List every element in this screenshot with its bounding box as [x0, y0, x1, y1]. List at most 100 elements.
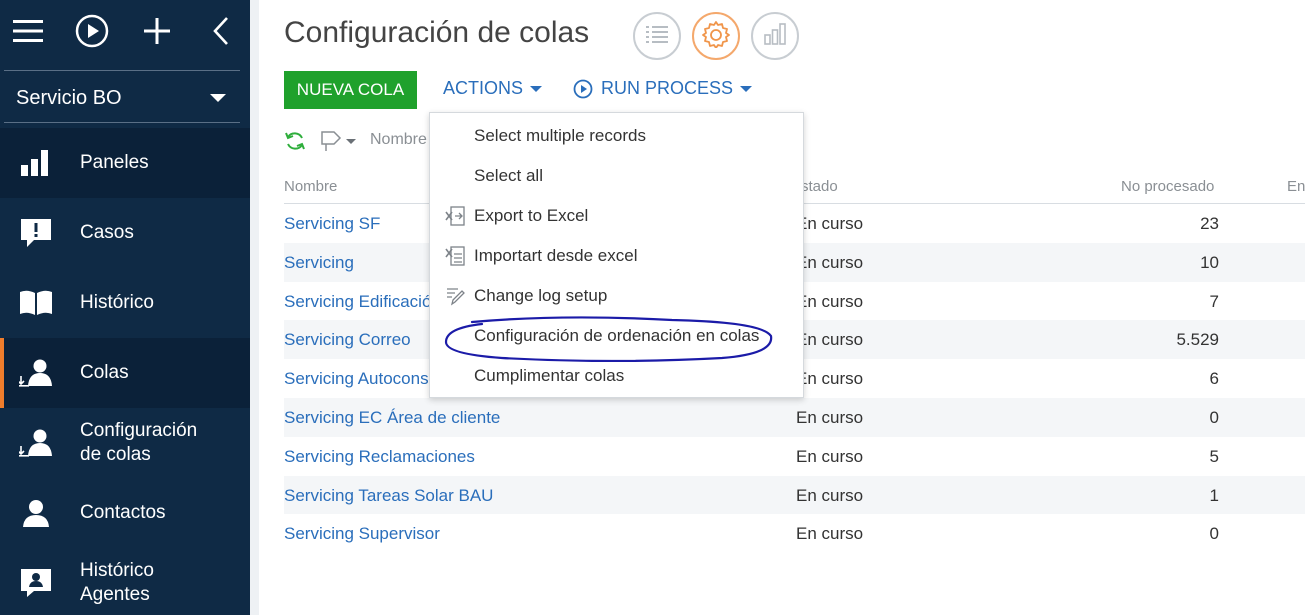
excel-import-icon	[444, 245, 466, 267]
caret-down-icon	[530, 85, 543, 92]
bar-chart-outline-icon	[764, 22, 786, 50]
page-title: Configuración de colas	[284, 16, 590, 49]
list-view-button[interactable]	[633, 12, 681, 60]
actions-menu-button[interactable]: ACTIONS	[443, 78, 543, 99]
menu-item-label: Configuración de ordenación en colas	[474, 326, 760, 345]
menu-item-export-to-excel[interactable]: Export to Excel	[430, 196, 803, 236]
sidebar-divider	[4, 70, 240, 71]
analytics-view-button[interactable]	[751, 12, 799, 60]
settings-view-button[interactable]	[692, 12, 740, 60]
queue-unprocessed: 23	[1200, 214, 1219, 233]
table-row[interactable]: Servicing Tareas Solar BAU En curso 1	[284, 475, 1305, 515]
filter-tag-icon[interactable]	[320, 130, 356, 152]
sidebar: Servicio BO Paneles Casos Histórico Cola…	[0, 0, 250, 615]
bar-chart-icon	[19, 146, 53, 180]
excel-export-icon	[444, 205, 466, 227]
queue-unprocessed: 10	[1200, 252, 1219, 272]
sidebar-item-label: Contactos	[80, 502, 166, 523]
queue-state: En curso	[796, 446, 864, 466]
queue-user-icon	[19, 426, 53, 460]
menu-item-configuracion-ordenacion-colas[interactable]: Configuración de ordenación en colas	[430, 316, 803, 356]
queue-state: En curso	[796, 291, 864, 311]
queue-name-link[interactable]: Servicing Tareas Solar BAU	[284, 486, 493, 506]
new-queue-button[interactable]: NUEVA COLA	[284, 71, 417, 109]
agent-card-icon	[19, 566, 53, 600]
filter-placeholder[interactable]: Nombre	[370, 131, 427, 149]
play-process-icon[interactable]	[75, 14, 109, 48]
queue-state: En curso	[796, 407, 864, 427]
service-selector[interactable]: Servicio BO	[0, 74, 250, 122]
column-header-en[interactable]: En	[1287, 178, 1305, 195]
sidebar-item-label: Casos	[80, 222, 134, 243]
caret-down-icon	[740, 85, 753, 92]
caret-down-icon	[346, 138, 356, 144]
person-icon	[19, 496, 53, 530]
sidebar-topbar	[0, 0, 250, 62]
menu-item-label: Change log setup	[474, 286, 608, 305]
sidebar-item-historico[interactable]: Histórico	[0, 268, 250, 338]
caret-down-icon	[210, 94, 226, 102]
queue-name-link[interactable]: Servicing Reclamaciones	[284, 447, 475, 467]
queue-unprocessed: 0	[1209, 524, 1219, 544]
sidebar-item-label: Histórico	[80, 292, 154, 313]
queue-state: En curso	[796, 330, 864, 350]
queue-unprocessed: 5.529	[1176, 330, 1219, 350]
sidebar-item-label: Histórico Agentes	[80, 560, 154, 605]
actions-dropdown-menu: Select multiple records Select all Expor…	[429, 112, 804, 398]
collapse-chevron-left-icon[interactable]	[210, 14, 232, 48]
sidebar-item-casos[interactable]: Casos	[0, 198, 250, 268]
table-row[interactable]: Servicing Reclamaciones En curso 5	[284, 437, 1305, 476]
hamburger-menu-icon[interactable]	[12, 14, 44, 48]
sidebar-item-label: Paneles	[80, 152, 149, 173]
menu-item-label: Export to Excel	[474, 206, 589, 225]
sidebar-item-label: Configuración de colas	[80, 420, 198, 465]
queue-state: En curso	[796, 485, 864, 505]
queue-unprocessed: 1	[1209, 485, 1219, 505]
sidebar-item-label: Colas	[80, 362, 129, 383]
menu-item-label: Importart desde excel	[474, 246, 638, 265]
menu-item-label: Cumplimentar colas	[474, 366, 625, 385]
queue-name-link[interactable]: Servicing Supervisor	[284, 524, 440, 544]
sidebar-nav: Paneles Casos Histórico Colas Configurac…	[0, 128, 250, 615]
play-circle-icon	[573, 79, 593, 99]
add-icon[interactable]	[143, 14, 171, 48]
queue-state: En curso	[796, 214, 864, 233]
queue-name-link[interactable]: Servicing Edificación	[284, 292, 441, 312]
queue-name-link[interactable]: Servicing Correo	[284, 330, 411, 350]
menu-item-import-from-excel[interactable]: Importart desde excel	[430, 236, 803, 276]
menu-item-cumplimentar-colas[interactable]: Cumplimentar colas	[430, 356, 803, 396]
sidebar-item-historico-agentes[interactable]: Histórico Agentes	[0, 548, 250, 615]
list-icon	[646, 25, 668, 48]
run-process-button[interactable]: RUN PROCESS	[573, 78, 753, 99]
actions-label: ACTIONS	[443, 78, 524, 98]
sidebar-divider	[4, 122, 240, 123]
menu-item-select-all[interactable]: Select all	[430, 156, 803, 196]
queue-unprocessed: 6	[1209, 369, 1219, 389]
table-row[interactable]: Servicing EC Área de cliente En curso 0	[284, 397, 1305, 437]
queue-unprocessed: 5	[1209, 446, 1219, 466]
menu-item-change-log-setup[interactable]: Change log setup	[430, 276, 803, 316]
sidebar-item-colas[interactable]: Colas	[0, 338, 250, 408]
menu-item-select-multiple-records[interactable]: Select multiple records	[430, 116, 803, 156]
queue-user-icon	[19, 356, 53, 390]
queue-state: En curso	[796, 524, 864, 544]
service-selector-label: Servicio BO	[16, 86, 122, 109]
sidebar-item-contactos[interactable]: Contactos	[0, 478, 250, 548]
menu-item-label: Select multiple records	[474, 126, 646, 145]
column-header-estado[interactable]: stado	[801, 178, 838, 195]
column-header-no-procesado[interactable]: No procesado	[1121, 178, 1214, 195]
queue-name-link[interactable]: Servicing EC Área de cliente	[284, 408, 500, 428]
run-process-label: RUN PROCESS	[601, 78, 734, 98]
column-header-nombre[interactable]: Nombre	[284, 178, 337, 195]
queue-name-link[interactable]: Servicing SF	[284, 214, 380, 234]
queue-name-link[interactable]: Servicing	[284, 253, 354, 273]
table-row[interactable]: Servicing Supervisor En curso 0	[284, 514, 1305, 553]
gear-icon	[702, 20, 730, 53]
refresh-icon[interactable]	[284, 130, 306, 152]
sidebar-item-paneles[interactable]: Paneles	[0, 128, 250, 198]
menu-item-label: Select all	[474, 166, 543, 185]
edit-log-icon	[444, 285, 466, 307]
sidebar-item-configuracion-de-colas[interactable]: Configuración de colas	[0, 408, 250, 478]
queue-unprocessed: 0	[1209, 407, 1219, 427]
sidebar-splitter	[250, 0, 259, 615]
